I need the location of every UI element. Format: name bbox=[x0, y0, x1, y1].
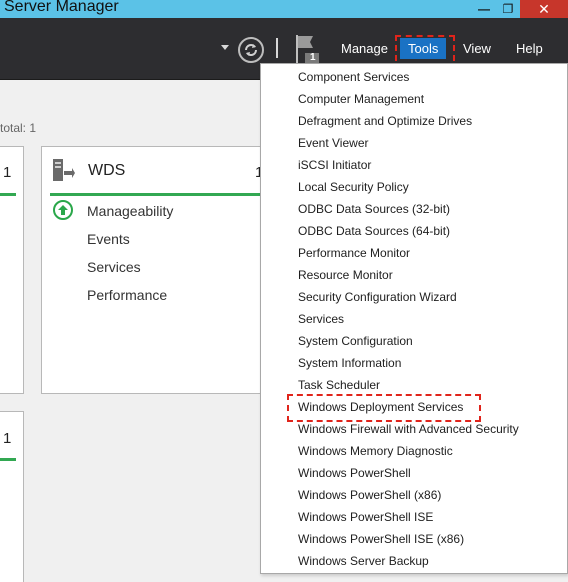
menu-item-windows-server-backup[interactable]: Windows Server Backup bbox=[298, 554, 429, 568]
wds-tile[interactable]: WDS 1 Manageability Events Services Perf… bbox=[41, 146, 282, 394]
menu-manage[interactable]: Manage bbox=[341, 41, 388, 56]
tile-row-services[interactable]: Services bbox=[87, 259, 141, 275]
menu-item-component-services[interactable]: Component Services bbox=[298, 70, 409, 84]
menu-item-windows-powershell-ise-x86[interactable]: Windows PowerShell ISE (x86) bbox=[298, 532, 464, 546]
tile-row-manageability[interactable]: Manageability bbox=[87, 203, 173, 219]
menu-item-local-security-policy[interactable]: Local Security Policy bbox=[298, 180, 409, 194]
menu-item-windows-powershell-x86[interactable]: Windows PowerShell (x86) bbox=[298, 488, 441, 502]
server-tile-left-bottom[interactable]: 1 bbox=[0, 411, 24, 582]
wds-item-highlight-box bbox=[287, 394, 481, 422]
title-bar: Server Manager — ❐ ✕ bbox=[0, 0, 568, 18]
status-bar bbox=[50, 193, 282, 196]
menu-item-odbc-32[interactable]: ODBC Data Sources (32-bit) bbox=[298, 202, 450, 216]
menu-item-computer-management[interactable]: Computer Management bbox=[298, 92, 424, 106]
restore-button[interactable]: ❐ bbox=[496, 0, 520, 18]
tools-dropdown-menu: Component Services Computer Management D… bbox=[260, 63, 568, 574]
status-bar bbox=[0, 193, 16, 196]
menu-help[interactable]: Help bbox=[516, 41, 543, 56]
menu-item-resource-monitor[interactable]: Resource Monitor bbox=[298, 268, 393, 282]
server-tile-left-top[interactable]: 1 bbox=[0, 146, 24, 394]
menu-view[interactable]: View bbox=[463, 41, 491, 56]
menu-item-system-information[interactable]: System Information bbox=[298, 356, 401, 370]
menu-item-task-scheduler[interactable]: Task Scheduler bbox=[298, 378, 380, 392]
menu-item-event-viewer[interactable]: Event Viewer bbox=[298, 136, 368, 150]
menu-item-services[interactable]: Services bbox=[298, 312, 344, 326]
menu-item-windows-memory-diagnostic[interactable]: Windows Memory Diagnostic bbox=[298, 444, 453, 458]
toolbar-separator bbox=[276, 38, 278, 58]
menu-item-security-config-wizard[interactable]: Security Configuration Wizard bbox=[298, 290, 457, 304]
tile-title: WDS bbox=[88, 162, 126, 179]
window-title: Server Manager bbox=[4, 0, 119, 15]
tile-row-performance[interactable]: Performance bbox=[87, 287, 167, 303]
menu-item-defragment[interactable]: Defragment and Optimize Drives bbox=[298, 114, 472, 128]
minimize-button[interactable]: — bbox=[472, 0, 496, 18]
window-controls: — ❐ ✕ bbox=[472, 0, 568, 18]
status-bar bbox=[0, 458, 16, 461]
menu-item-odbc-64[interactable]: ODBC Data Sources (64-bit) bbox=[298, 224, 450, 238]
total-count: total: 1 bbox=[0, 121, 37, 135]
manageability-ok-icon bbox=[53, 200, 73, 220]
tile-count: 1 bbox=[3, 164, 12, 181]
notifications-flag-icon[interactable]: 1 bbox=[293, 33, 323, 67]
menu-item-performance-monitor[interactable]: Performance Monitor bbox=[298, 246, 410, 260]
tile-count: 1 bbox=[3, 430, 12, 447]
menu-item-windows-firewall[interactable]: Windows Firewall with Advanced Security bbox=[298, 422, 519, 436]
close-button[interactable]: ✕ bbox=[520, 0, 568, 18]
chevron-down-icon[interactable] bbox=[221, 45, 229, 50]
menu-item-windows-powershell[interactable]: Windows PowerShell bbox=[298, 466, 411, 480]
tile-row-events[interactable]: Events bbox=[87, 231, 130, 247]
menu-item-iscsi-initiator[interactable]: iSCSI Initiator bbox=[298, 158, 371, 172]
notification-count: 1 bbox=[310, 52, 316, 63]
menu-item-windows-powershell-ise[interactable]: Windows PowerShell ISE bbox=[298, 510, 433, 524]
refresh-icon[interactable] bbox=[238, 37, 264, 63]
server-icon bbox=[53, 159, 75, 183]
menu-item-system-configuration[interactable]: System Configuration bbox=[298, 334, 413, 348]
